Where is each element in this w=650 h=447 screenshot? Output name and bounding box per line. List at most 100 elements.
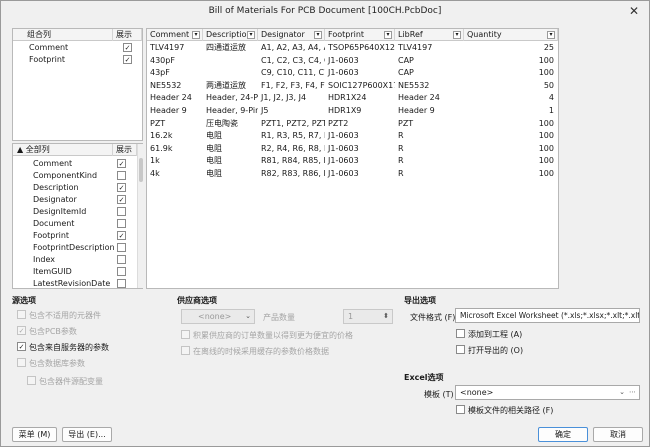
column-header-label: Comment (150, 30, 190, 39)
close-icon[interactable]: ✕ (629, 4, 639, 18)
table-cell: 4k (150, 169, 160, 178)
table-cell: 100 (538, 55, 554, 65)
column-header[interactable]: LibRef ▾ (395, 29, 464, 41)
all-column-row[interactable]: Index (13, 254, 135, 266)
supplier-combo[interactable]: <none> ⌄ (181, 309, 255, 324)
column-header[interactable]: Footprint ▾ (325, 29, 395, 41)
table-row[interactable]: Header 9 Header, 9-Pin J5 HDR1X9 Header 9 1 (147, 105, 558, 117)
source-option-checkbox[interactable]: ✓ (17, 342, 26, 351)
menu-button[interactable]: 菜单 (M) (12, 427, 57, 442)
template-dropdown-icon[interactable]: ⌄ (619, 386, 625, 399)
column-header[interactable]: Description ▾ (203, 29, 258, 41)
add-to-project-checkbox[interactable] (456, 329, 465, 338)
export-button[interactable]: 导出 (E)... (62, 427, 112, 442)
all-column-checkbox[interactable] (117, 255, 126, 264)
table-row[interactable]: 61.9k 电阻 R2, R4, R6, R8, R9, FJ1-0603 R 100 (147, 143, 558, 155)
source-option-checkbox[interactable] (27, 376, 36, 385)
use-cached-price-label: 在离线的时候采用缓存的参数价格数据 (193, 347, 329, 356)
all-column-row[interactable]: FootprintDescription (13, 242, 135, 254)
ok-button[interactable]: 确定 (538, 427, 588, 442)
all-column-checkbox[interactable] (117, 279, 126, 288)
filter-icon[interactable]: ▾ (547, 31, 555, 39)
scrollbar-thumb[interactable] (139, 158, 143, 182)
product-qty-value: 1 (348, 312, 354, 321)
group-column-row[interactable]: Comment ✓ (13, 42, 142, 54)
group-column-label: Comment (29, 43, 69, 52)
column-header[interactable]: Quantity ▾ (464, 29, 558, 41)
product-qty-input[interactable]: 1 ⬍ (343, 309, 393, 324)
table-row[interactable]: TLV4197 四通道运放 A1, A2, A3, A4, A5,TSOP65P64… (147, 42, 558, 54)
group-col-name-header[interactable]: 组合列 (13, 29, 113, 41)
dialog-title: Bill of Materials For PCB Document [100C… (208, 6, 442, 16)
template-select[interactable]: <none> ⌄ ⋯ (455, 385, 640, 400)
all-column-checkbox[interactable]: ✓ (117, 159, 126, 168)
filter-icon[interactable]: ▾ (314, 31, 322, 39)
all-column-checkbox[interactable] (117, 219, 126, 228)
source-option-label: 包含来自服务器的参数 (29, 343, 109, 352)
all-col-name-header[interactable]: ▲ 全部列 (13, 144, 113, 156)
file-format-select[interactable]: Microsoft Excel Worksheet (*.xls;*.xlsx;… (455, 308, 640, 323)
all-column-checkbox[interactable] (117, 267, 126, 276)
table-cell: TSOP65P640X120- (328, 43, 395, 52)
group-col-show-header[interactable]: 展示 (113, 29, 142, 41)
all-column-row[interactable]: Designator ✓ (13, 194, 135, 206)
file-format-label: 文件格式 (F) (410, 313, 456, 322)
table-cell: 1 (548, 106, 554, 115)
all-column-label: ComponentKind (33, 171, 98, 180)
filter-icon[interactable]: ▾ (247, 31, 255, 39)
table-row[interactable]: 16.2k 电阻 R1, R3, R5, R7, R10,J1-0603 R 100 (147, 130, 558, 142)
all-column-checkbox[interactable]: ✓ (117, 231, 126, 240)
accumulate-orders-checkbox[interactable] (181, 330, 190, 339)
relative-path-checkbox[interactable] (456, 405, 465, 414)
source-option-checkbox[interactable] (17, 310, 26, 319)
table-cell: J1-0603 (328, 143, 359, 153)
source-option-checkbox[interactable]: ✓ (17, 326, 26, 335)
all-column-checkbox[interactable]: ✓ (117, 195, 126, 204)
all-col-show-header[interactable]: 展示 (113, 144, 137, 156)
group-column-checkbox[interactable]: ✓ (123, 43, 132, 52)
table-row[interactable]: Header 24 Header, 24-PinJ1, J2, J3, J4 HDR… (147, 92, 558, 104)
filter-icon[interactable]: ▾ (453, 31, 461, 39)
table-row[interactable]: 4k 电阻 R82, R83, R86, R87,J1-0603 R 100 (147, 168, 558, 180)
table-row[interactable]: 430pF C1, C2, C3, C4, C5,J1-0603 CAP 100 (147, 55, 558, 67)
table-row[interactable]: 43pF C9, C10, C11, C12,J1-0603 CAP 100 (147, 67, 558, 79)
more-icon[interactable]: ⋯ (629, 386, 636, 399)
all-column-row[interactable]: Document (13, 218, 135, 230)
table-row[interactable]: NE5532 两通道运放 F1, F2, F3, F4, F5, FlSOIC127… (147, 80, 558, 92)
all-column-checkbox[interactable] (117, 207, 126, 216)
table-cell: TLV4197 (150, 43, 185, 52)
table-row[interactable]: 1k 电阻 R81, R84, R85, R88,J1-0603 R 100 (147, 155, 558, 167)
all-column-row[interactable]: Description ✓ (13, 182, 135, 194)
column-header[interactable]: Designator ▾ (258, 29, 325, 41)
all-column-checkbox[interactable] (117, 171, 126, 180)
filter-icon[interactable]: ▾ (192, 31, 200, 39)
all-column-row[interactable]: Footprint ✓ (13, 230, 135, 242)
all-column-row[interactable]: ComponentKind (13, 170, 135, 182)
excel-options-title: Excel选项 (404, 373, 444, 382)
table-cell: 100 (538, 156, 554, 166)
column-header[interactable]: Comment ▾ (147, 29, 203, 41)
group-column-checkbox[interactable]: ✓ (123, 55, 132, 64)
all-column-row[interactable]: ItemGUID (13, 266, 135, 278)
table-row[interactable]: PZT 压电陶瓷 PZT1, PZT2, PZT3, PPZT2 PZT 100 (147, 118, 558, 130)
filter-icon[interactable]: ▾ (384, 31, 392, 39)
all-column-row[interactable]: DesignItemId (13, 206, 135, 218)
all-columns-scrollbar[interactable] (137, 144, 143, 288)
group-column-row[interactable]: Footprint ✓ (13, 54, 142, 66)
all-column-row[interactable]: LatestRevisionDate (13, 278, 135, 290)
cancel-button[interactable]: 取消 (593, 427, 643, 442)
all-column-row[interactable]: Comment ✓ (13, 158, 135, 170)
all-column-label: FootprintDescription (33, 243, 115, 252)
spinner-icon[interactable]: ⬍ (383, 310, 389, 323)
bom-table-header: Comment ▾ Description ▾ Designator ▾ Footprint… (147, 29, 558, 41)
all-column-checkbox[interactable]: ✓ (117, 183, 126, 192)
table-cell: R82, R83, R86, R87, (261, 169, 325, 178)
all-column-checkbox[interactable] (117, 243, 126, 252)
collapse-icon[interactable]: ▲ (17, 145, 26, 154)
open-exported-checkbox[interactable] (456, 345, 465, 354)
use-cached-price-checkbox[interactable] (181, 346, 190, 355)
table-cell: 100 (538, 143, 554, 153)
table-cell: 61.9k (150, 143, 173, 153)
source-option-checkbox[interactable] (17, 358, 26, 367)
table-cell: Header 9 (398, 106, 435, 115)
